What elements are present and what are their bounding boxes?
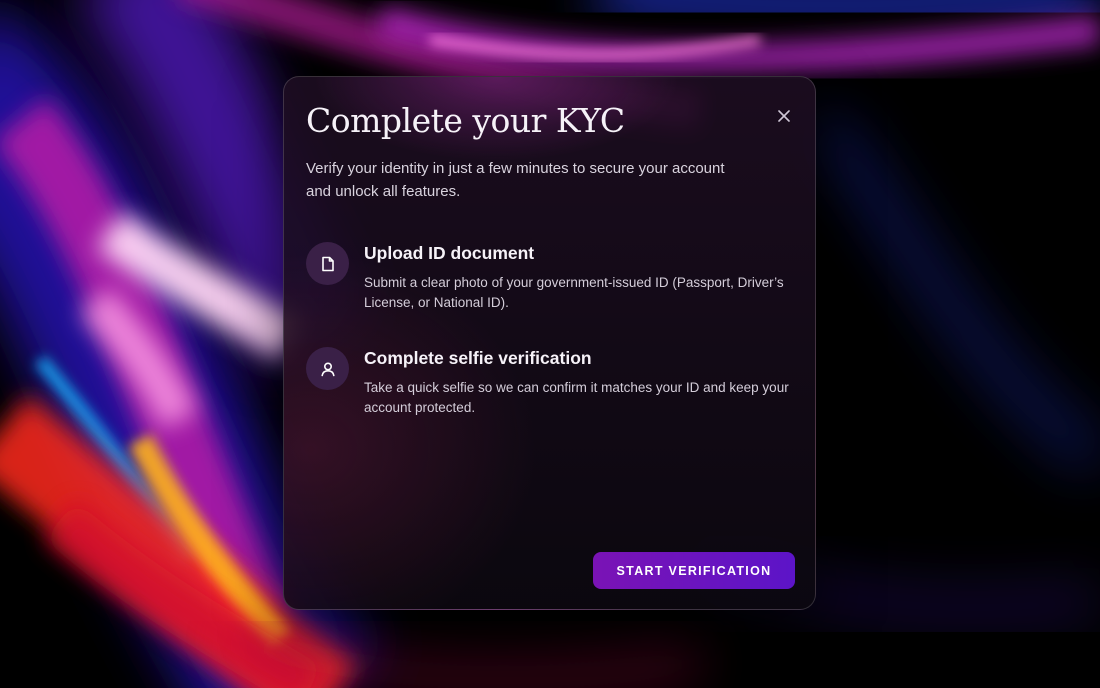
- kyc-modal: Complete your KYC Verify your identity i…: [283, 76, 816, 610]
- user-icon: [306, 347, 349, 390]
- step-upload-id: Upload ID document Submit a clear photo …: [306, 242, 796, 322]
- step-selfie-verification: Complete selfie verification Take a quic…: [306, 347, 796, 427]
- document-icon: [306, 242, 349, 285]
- step-description: Submit a clear photo of your government-…: [364, 275, 784, 310]
- step-title: Complete selfie verification: [364, 348, 592, 368]
- step-title: Upload ID document: [364, 243, 535, 263]
- step-description: Take a quick selfie so we can confirm it…: [364, 380, 789, 415]
- modal-title: Complete your KYC: [306, 101, 625, 140]
- modal-subtitle: Verify your identity in just a few minut…: [306, 160, 725, 200]
- close-icon: [778, 110, 790, 122]
- start-verification-button[interactable]: START VERIFICATION: [593, 552, 795, 589]
- close-button[interactable]: [773, 105, 795, 127]
